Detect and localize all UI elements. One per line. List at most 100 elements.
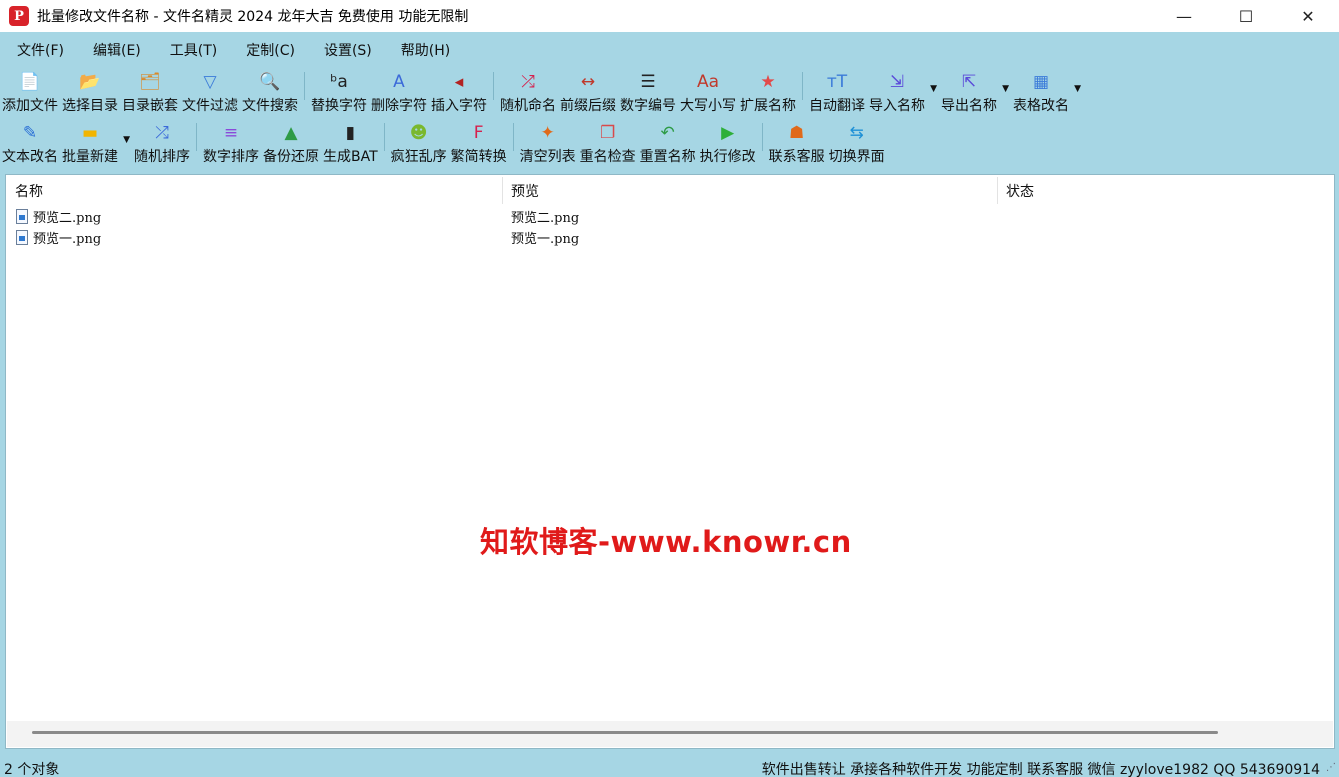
column-divider[interactable] <box>997 177 998 204</box>
column-header-status[interactable]: 状态 <box>1006 175 1306 206</box>
close-button[interactable]: ✕ <box>1277 0 1339 32</box>
export-icon: ⇱ <box>961 71 977 92</box>
undo-icon: ↶ <box>660 122 675 143</box>
prefix-suffix-icon: ↔ <box>580 71 596 92</box>
column-header-name[interactable]: 名称 <box>15 175 495 206</box>
tool-label: 重名检查 <box>579 149 636 165</box>
window-controls: — ☐ ✕ <box>1153 0 1339 32</box>
tool-delete-text-button[interactable]: A 删除字符 <box>369 70 429 116</box>
column-divider[interactable] <box>502 177 503 204</box>
tool-support-button[interactable]: ☗ 联系客服 <box>767 121 827 167</box>
table-row[interactable]: 预览二.png 预览二.png <box>6 206 1334 227</box>
open-folder-icon: 📂 <box>79 71 101 92</box>
menu-bar: 文件(F) 编辑(E) 工具(T) 定制(C) 设置(S) 帮助(H) <box>0 36 462 64</box>
maximize-button[interactable]: ☐ <box>1215 0 1277 32</box>
tool-broom-button[interactable]: ✦ 清空列表 <box>518 121 578 167</box>
tool-add-file-button[interactable]: 📄 添加文件 <box>0 70 60 116</box>
menu-help[interactable]: 帮助(H) <box>384 36 462 64</box>
row-name-cell: 预览一.png <box>16 227 101 248</box>
tool-import-button[interactable]: ⇲ 导入名称 ▼ <box>867 70 937 116</box>
add-file-icon: 📄 <box>19 71 41 92</box>
support-icon: ☗ <box>789 122 805 143</box>
tool-filter-button[interactable]: ▽ 文件过滤 <box>180 70 240 116</box>
menu-tools[interactable]: 工具(T) <box>153 36 229 64</box>
tool-case-button[interactable]: Aa 大写小写 <box>678 70 738 116</box>
tool-crazy-shuffle-button[interactable]: ☻ 疯狂乱序 <box>389 121 449 167</box>
tool-replace-text-button[interactable]: ᵇa 替换字符 <box>309 70 369 116</box>
resize-grip-icon[interactable]: ⋰ <box>1326 762 1336 773</box>
horizontal-scrollbar[interactable] <box>7 721 1333 747</box>
toolbar-separator <box>304 72 305 100</box>
tool-play-button[interactable]: ▶ 执行修改 <box>698 121 758 167</box>
tool-convert-button[interactable]: F 繁简转换 <box>449 121 509 167</box>
import-icon: ⇲ <box>889 71 905 92</box>
search-icon: 🔍 <box>259 71 281 92</box>
tool-translate-button[interactable]: ᴛT 自动翻译 <box>807 70 867 116</box>
random-sort-icon: ⤮ <box>155 122 169 143</box>
tool-label: 批量新建 <box>62 149 118 165</box>
scrollbar-thumb[interactable] <box>32 731 1218 734</box>
tool-label: 生成BAT <box>323 149 378 165</box>
menu-customize[interactable]: 定制(C) <box>229 36 307 64</box>
broom-icon: ✦ <box>540 122 555 143</box>
switch-ui-icon: ⇆ <box>849 122 864 143</box>
tool-backup-button[interactable]: ▲ 备份还原 <box>261 121 321 167</box>
tool-new-folder-button[interactable]: ▬ 批量新建 ▼ <box>60 121 130 167</box>
delete-text-icon: A <box>393 71 405 92</box>
new-folder-icon: ▬ <box>81 122 99 143</box>
tool-prefix-suffix-button[interactable]: ↔ 前缀后缀 <box>558 70 618 116</box>
tool-label: 备份还原 <box>263 149 319 165</box>
toolbar-separator <box>383 123 385 151</box>
tool-numbered-list-button[interactable]: ☰ 数字编号 <box>618 70 678 116</box>
tool-label: 导入名称 <box>869 98 925 114</box>
tool-search-button[interactable]: 🔍 文件搜索 <box>240 70 300 116</box>
number-sort-icon: ≡ <box>223 122 239 143</box>
menu-settings[interactable]: 设置(S) <box>307 36 384 64</box>
tool-undo-button[interactable]: ↶ 重置名称 <box>638 121 698 167</box>
tool-label: 选择目录 <box>62 98 118 114</box>
tool-star-button[interactable]: ★ 扩展名称 <box>738 70 798 116</box>
tool-label: 文件搜索 <box>242 98 298 114</box>
tool-open-folder-button[interactable]: 📂 选择目录 <box>60 70 120 116</box>
tool-label: 切换界面 <box>828 149 885 165</box>
status-bar: 2 个对象 软件出售转让 承接各种软件开发 功能定制 联系客服 微信 zyylo… <box>0 756 1339 777</box>
tool-label: 替换字符 <box>311 98 367 114</box>
tool-label: 数字编号 <box>620 98 676 114</box>
menu-edit[interactable]: 编辑(E) <box>76 36 153 64</box>
tool-shuffle-button[interactable]: ⤮ 随机命名 <box>498 70 558 116</box>
tool-export-button[interactable]: ⇱ 导出名称 ▼ <box>939 70 1009 116</box>
toolbar-primary: 📄 添加文件 📂 选择目录 🗂 目录嵌套 ▽ 文件过滤 🔍 文件搜索 ᵇa 替换字符 A 删除字符 ◂ 插入字… <box>0 70 1083 116</box>
minimize-button[interactable]: — <box>1153 0 1215 32</box>
nested-folder-icon: 🗂 <box>139 71 161 92</box>
tool-terminal-button[interactable]: ▮ 生成BAT <box>321 121 380 167</box>
case-icon: Aa <box>696 71 720 92</box>
menu-file[interactable]: 文件(F) <box>0 36 76 64</box>
tool-switch-ui-button[interactable]: ⇆ 切换界面 <box>827 121 887 167</box>
file-name: 预览一.png <box>33 232 102 247</box>
translate-icon: ᴛT <box>826 71 848 92</box>
tool-edit-text-button[interactable]: ✎ 文本改名 <box>0 121 60 167</box>
tool-duplicate-check-button[interactable]: ❐ 重名检查 <box>578 121 638 167</box>
table-row[interactable]: 预览一.png 预览一.png <box>6 227 1334 248</box>
dropdown-arrow-icon[interactable]: ▼ <box>930 84 937 94</box>
dropdown-arrow-icon[interactable]: ▼ <box>1002 84 1009 94</box>
dropdown-arrow-icon[interactable]: ▼ <box>1074 84 1081 94</box>
file-preview-name: 预览一.png <box>511 232 580 247</box>
replace-text-icon: ᵇa <box>330 71 348 92</box>
tool-table-button[interactable]: ▦ 表格改名 ▼ <box>1011 70 1081 116</box>
tool-label: 执行修改 <box>699 149 756 165</box>
tool-number-sort-button[interactable]: ≡ 数字排序 <box>201 121 261 167</box>
file-list[interactable]: 名称 预览 状态 预览二.png 预览二.png 预览一.png 预览一.png… <box>5 174 1335 749</box>
tool-label: 添加文件 <box>2 98 58 114</box>
filter-icon: ▽ <box>203 71 217 92</box>
duplicate-check-icon: ❐ <box>600 122 616 143</box>
file-preview-name: 预览二.png <box>511 211 580 226</box>
tool-label: 目录嵌套 <box>122 98 178 114</box>
numbered-list-icon: ☰ <box>640 71 656 92</box>
tool-random-sort-button[interactable]: ⤮ 随机排序 <box>132 121 192 167</box>
toolbar-separator <box>761 123 763 151</box>
tool-insert-text-button[interactable]: ◂ 插入字符 <box>429 70 489 116</box>
column-header-preview[interactable]: 预览 <box>511 175 991 206</box>
dropdown-arrow-icon[interactable]: ▼ <box>123 135 130 145</box>
tool-nested-folder-button[interactable]: 🗂 目录嵌套 <box>120 70 180 116</box>
